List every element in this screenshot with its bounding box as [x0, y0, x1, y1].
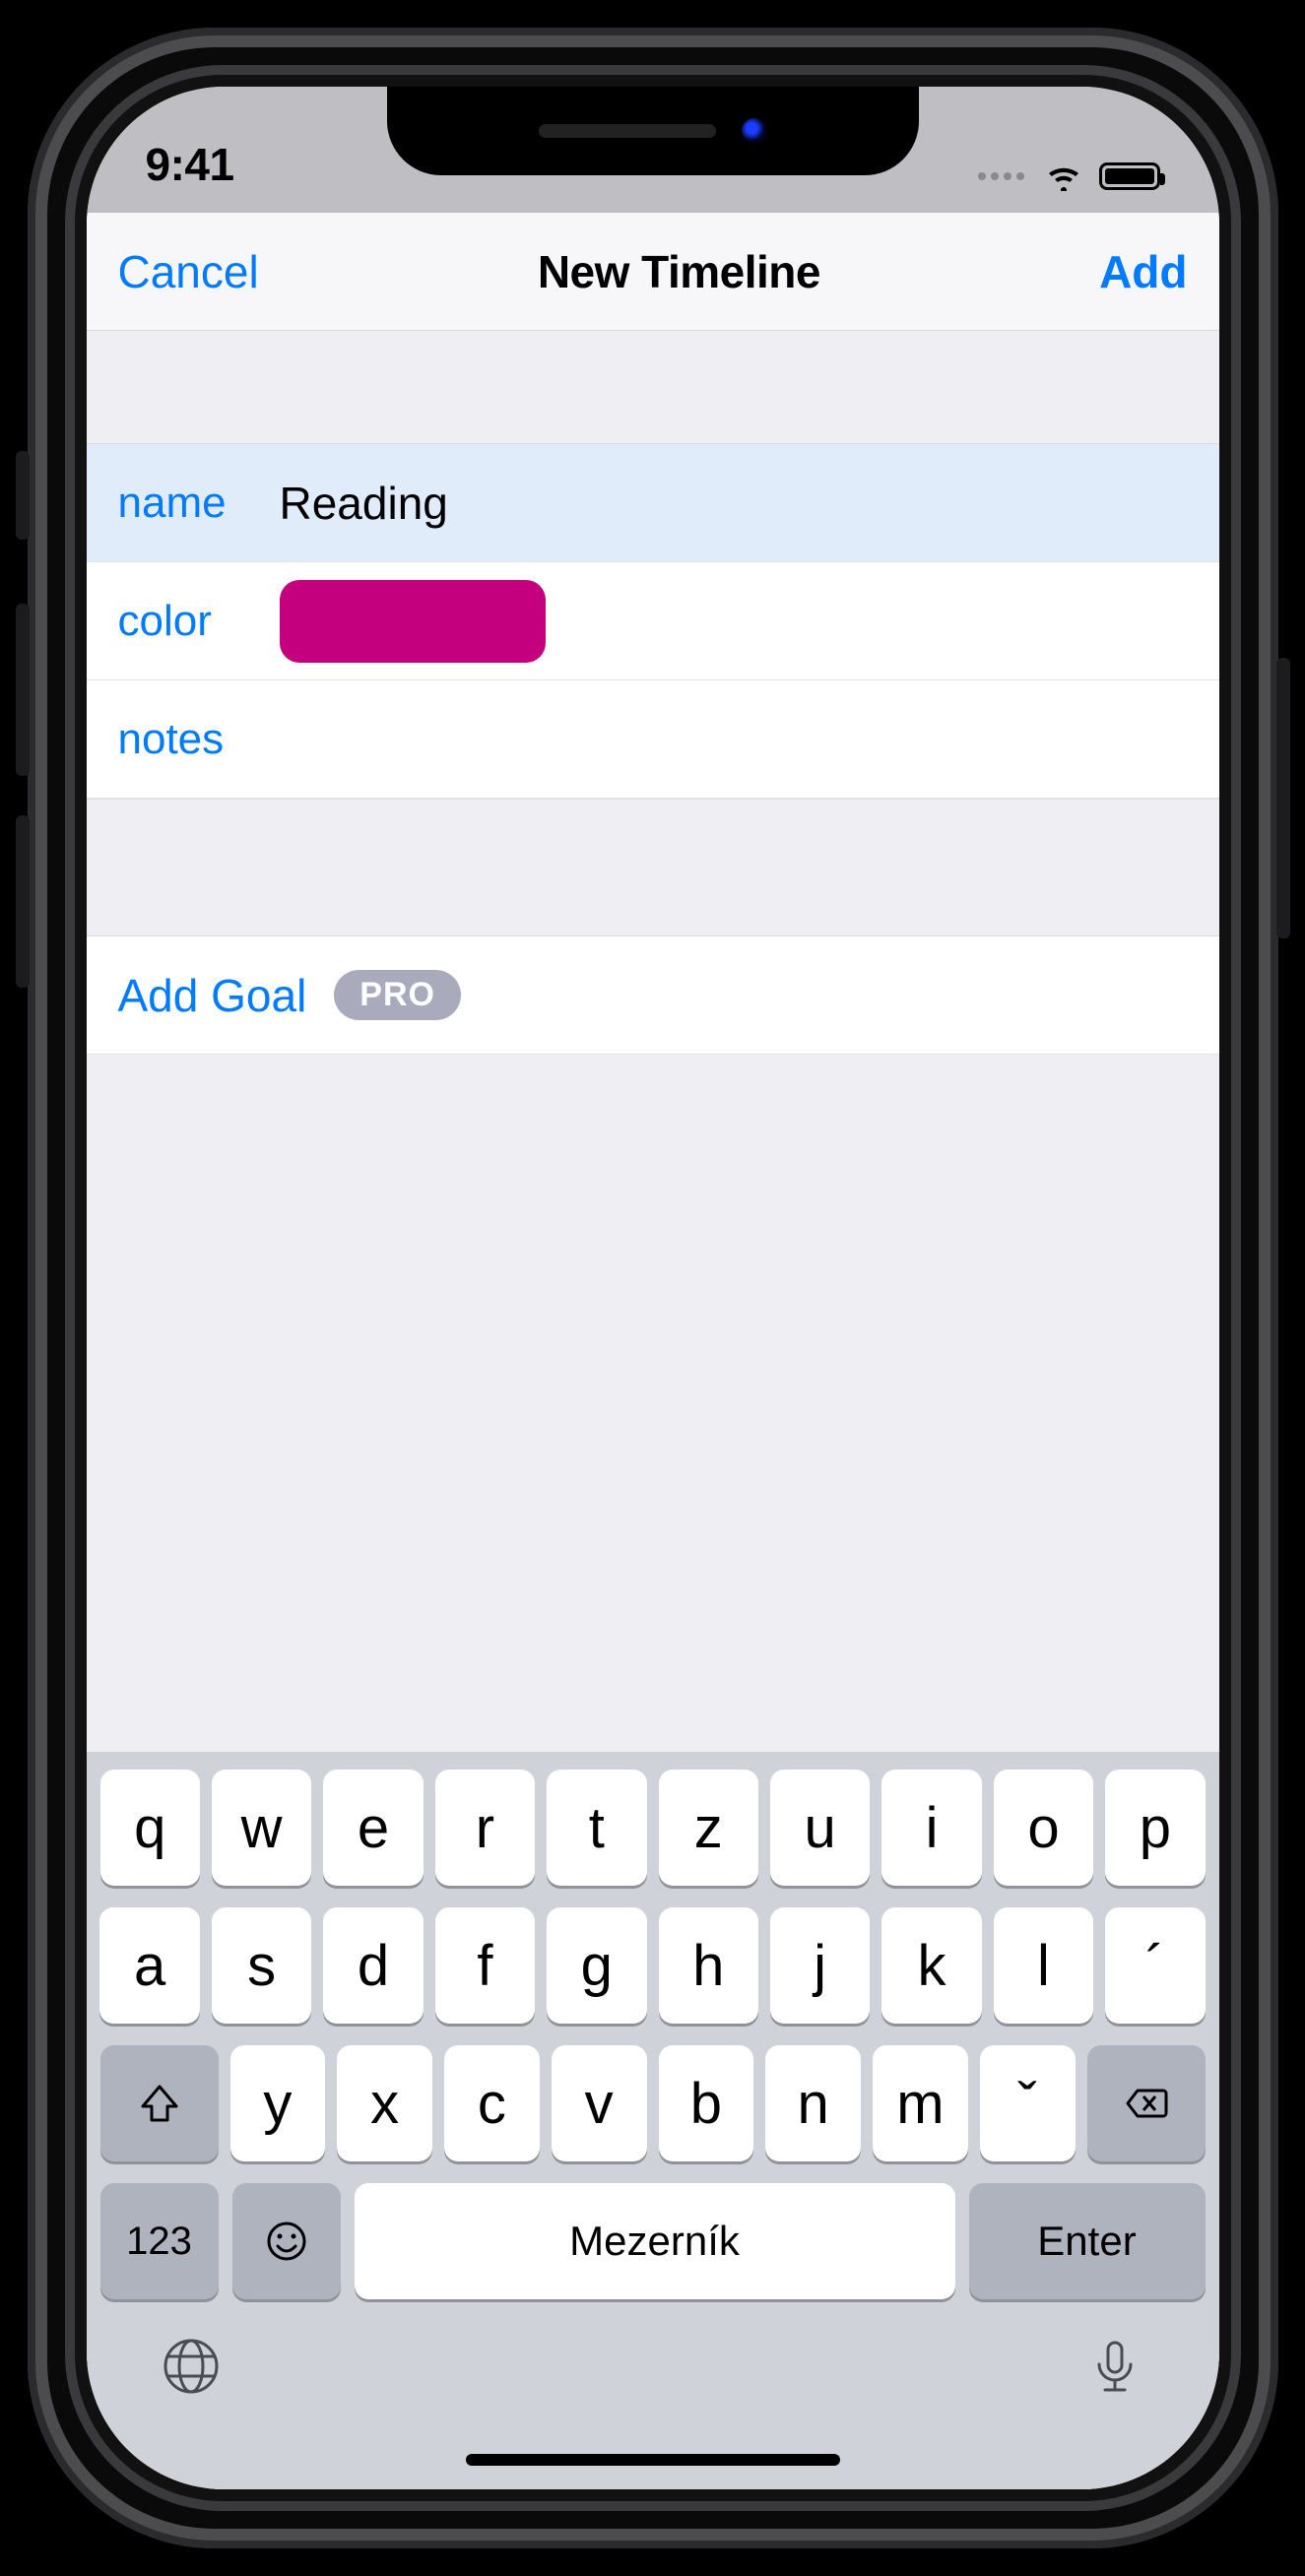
- software-keyboard: qwertzuiop asdfghjkl´ yxcvbnmˇ: [87, 1752, 1219, 2489]
- key-l[interactable]: l: [994, 1907, 1093, 2024]
- key-f[interactable]: f: [435, 1907, 535, 2024]
- key-n[interactable]: n: [765, 2045, 861, 2161]
- phone-frame: 9:41 Cancel New Timeline: [28, 28, 1278, 2548]
- key-m[interactable]: m: [873, 2045, 968, 2161]
- key-j[interactable]: j: [770, 1907, 870, 2024]
- key-v[interactable]: v: [552, 2045, 647, 2161]
- key-y[interactable]: y: [230, 2045, 326, 2161]
- name-label: name: [118, 479, 256, 528]
- key-g[interactable]: g: [547, 1907, 646, 2024]
- key-ˇ[interactable]: ˇ: [980, 2045, 1076, 2161]
- side-button-volume-up: [16, 604, 30, 776]
- key-o[interactable]: o: [994, 1770, 1093, 1886]
- key-q[interactable]: q: [100, 1770, 200, 1886]
- emoji-key[interactable]: [232, 2183, 341, 2299]
- key-i[interactable]: i: [881, 1770, 981, 1886]
- numbers-key[interactable]: 123: [100, 2183, 219, 2299]
- globe-key[interactable]: [160, 2335, 223, 2403]
- cellular-dots-icon: [978, 172, 1024, 180]
- speaker-grill: [539, 124, 716, 138]
- page-title: New Timeline: [538, 245, 820, 298]
- key-u[interactable]: u: [770, 1770, 870, 1886]
- add-goal-row[interactable]: Add Goal PRO: [87, 936, 1219, 1055]
- add-goal-label: Add Goal: [118, 969, 307, 1022]
- key-r[interactable]: r: [435, 1770, 535, 1886]
- home-indicator: [466, 2454, 840, 2466]
- key-z[interactable]: z: [659, 1770, 758, 1886]
- key-h[interactable]: h: [659, 1907, 758, 2024]
- key-d[interactable]: d: [323, 1907, 423, 2024]
- color-label: color: [118, 597, 256, 646]
- side-button-mute: [16, 451, 30, 540]
- side-button-power: [1276, 658, 1290, 938]
- name-row[interactable]: name Reading: [87, 444, 1219, 562]
- notes-row[interactable]: notes: [87, 680, 1219, 799]
- key-a[interactable]: a: [99, 1907, 199, 2024]
- key-e[interactable]: e: [323, 1770, 423, 1886]
- key-t[interactable]: t: [547, 1770, 646, 1886]
- key-c[interactable]: c: [444, 2045, 540, 2161]
- name-input[interactable]: Reading: [280, 477, 448, 530]
- side-button-volume-down: [16, 815, 30, 988]
- status-time: 9:41: [146, 138, 234, 191]
- cancel-button[interactable]: Cancel: [118, 245, 259, 298]
- notes-label: notes: [118, 715, 256, 764]
- key-p[interactable]: p: [1105, 1770, 1205, 1886]
- pro-badge: PRO: [334, 970, 461, 1020]
- key-b[interactable]: b: [659, 2045, 754, 2161]
- modal-nav-bar: Cancel New Timeline Add: [87, 213, 1219, 331]
- front-camera: [742, 118, 767, 144]
- battery-icon: [1099, 162, 1160, 190]
- form-content: name Reading color notes Add Goal PRO: [87, 331, 1219, 2489]
- color-swatch[interactable]: [280, 580, 546, 663]
- enter-key[interactable]: Enter: [969, 2183, 1206, 2299]
- key-´[interactable]: ´: [1105, 1907, 1205, 2024]
- dictation-key[interactable]: [1083, 2335, 1146, 2403]
- add-button[interactable]: Add: [1099, 245, 1187, 298]
- space-key[interactable]: Mezerník: [355, 2183, 955, 2299]
- device-notch: [387, 87, 919, 175]
- key-k[interactable]: k: [881, 1907, 981, 2024]
- wifi-icon: [1044, 161, 1083, 191]
- backspace-key[interactable]: [1087, 2045, 1206, 2161]
- key-w[interactable]: w: [212, 1770, 311, 1886]
- color-row[interactable]: color: [87, 562, 1219, 680]
- key-x[interactable]: x: [337, 2045, 432, 2161]
- key-s[interactable]: s: [212, 1907, 311, 2024]
- shift-key[interactable]: [100, 2045, 219, 2161]
